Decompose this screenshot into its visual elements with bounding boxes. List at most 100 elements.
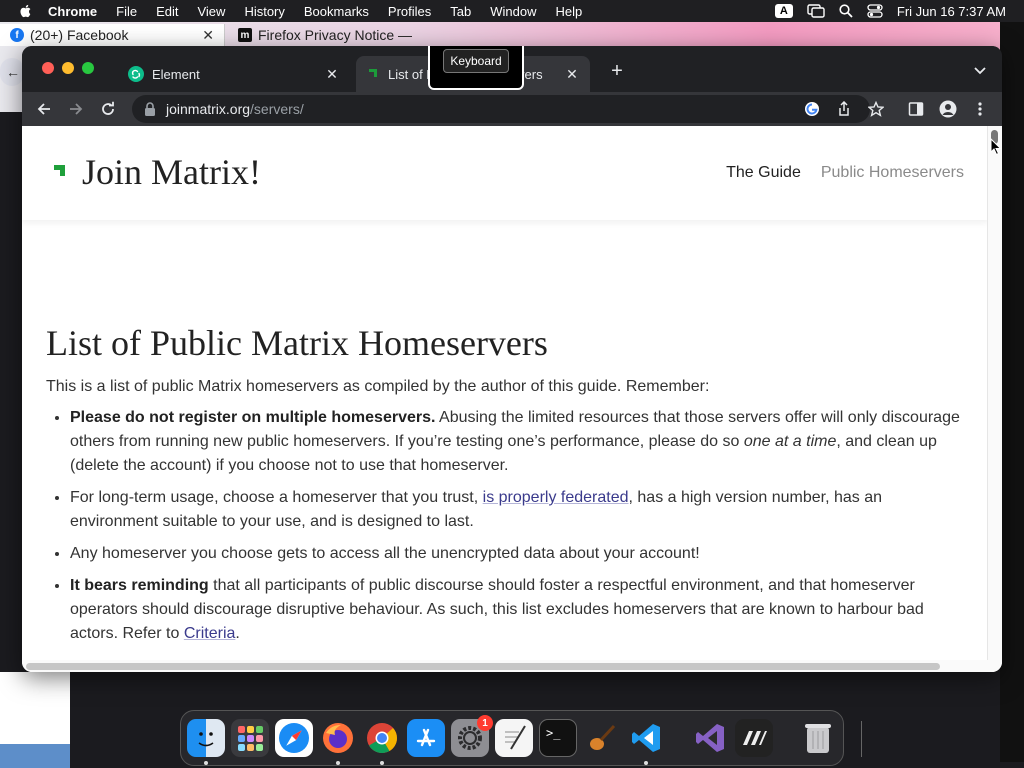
- keyboard-tooltip: Keyboard: [428, 46, 524, 90]
- menu-history[interactable]: History: [244, 4, 284, 19]
- google-icon: [805, 102, 819, 116]
- finder-face-icon: [198, 732, 214, 747]
- new-tab-button[interactable]: +: [606, 60, 628, 82]
- mosaic-app-icon[interactable]: [735, 719, 773, 757]
- list-item: It bears reminding that all participants…: [70, 574, 966, 646]
- rules-list: Please do not register on multiple homes…: [46, 406, 966, 646]
- input-source-indicator[interactable]: A: [774, 4, 793, 18]
- profile-button[interactable]: [938, 99, 958, 119]
- apple-icon[interactable]: [18, 3, 34, 19]
- link-properly-federated[interactable]: is properly federated: [483, 489, 629, 506]
- menu-tab[interactable]: Tab: [450, 4, 471, 19]
- site-title[interactable]: Join Matrix!: [82, 151, 261, 193]
- background-tab-facebook[interactable]: f (20+) Facebook ✕: [0, 24, 225, 46]
- share-button[interactable]: [834, 99, 854, 119]
- rule-bold: Please do not register on multiple homes…: [70, 409, 436, 426]
- list-item: For long-term usage, choose a homeserver…: [70, 486, 966, 534]
- close-icon[interactable]: ✕: [324, 66, 340, 83]
- horizontal-scrollbar[interactable]: [22, 660, 988, 672]
- app-store-a-icon: [416, 728, 436, 747]
- screen-mirroring-icon[interactable]: [807, 4, 825, 18]
- url-host: joinmatrix.org: [166, 101, 251, 117]
- window-zoom-button[interactable]: [82, 62, 94, 74]
- textedit-icon[interactable]: [495, 719, 533, 757]
- bookmark-star-button[interactable]: [866, 99, 886, 119]
- side-panel-icon: [908, 102, 924, 116]
- mozilla-icon: m: [238, 28, 252, 42]
- back-button[interactable]: [34, 99, 54, 119]
- chrome-icon[interactable]: [363, 719, 401, 757]
- window-close-button[interactable]: [42, 62, 54, 74]
- finder-icon[interactable]: [187, 719, 225, 757]
- element-icon: [128, 66, 144, 82]
- firefox-icon[interactable]: [319, 719, 357, 757]
- url-path: /servers/: [250, 101, 304, 117]
- menu-profiles[interactable]: Profiles: [388, 4, 431, 19]
- close-icon[interactable]: ✕: [202, 27, 214, 44]
- vscode-icon[interactable]: [627, 719, 665, 757]
- link-criteria[interactable]: Criteria: [184, 625, 236, 642]
- control-center-icon[interactable]: [867, 4, 883, 18]
- page-viewport: Join Matrix! The Guide Public Homeserver…: [22, 126, 1002, 672]
- background-browser-tabs: f (20+) Facebook ✕ m Firefox Privacy Not…: [0, 24, 1024, 46]
- menu-help[interactable]: Help: [556, 4, 583, 19]
- mouse-cursor-icon: [990, 138, 1002, 156]
- nav-public-homeservers[interactable]: Public Homeservers: [821, 164, 964, 182]
- notification-badge: 1: [477, 715, 493, 731]
- menubar-clock[interactable]: Fri Jun 16 7:37 AM: [897, 4, 1006, 19]
- menu-bookmarks[interactable]: Bookmarks: [304, 4, 369, 19]
- rule-text: For long-term usage, choose a homeserver…: [70, 489, 483, 506]
- running-indicator: [336, 761, 340, 765]
- window-minimize-button[interactable]: [62, 62, 74, 74]
- tab-element[interactable]: Element ✕: [120, 56, 350, 92]
- site-nav: The Guide Public Homeservers: [726, 164, 964, 182]
- menu-app-name[interactable]: Chrome: [48, 4, 97, 19]
- browser-toolbar: joinmatrix.org/servers/: [22, 92, 1002, 126]
- kebab-menu-icon: [978, 102, 982, 116]
- article: List of Public Matrix Homeservers This i…: [46, 322, 966, 654]
- menu-edit[interactable]: Edit: [156, 4, 178, 19]
- matrix-arrow-icon: [366, 69, 377, 80]
- list-item: Any homeserver you choose gets to access…: [70, 542, 966, 566]
- chevron-down-icon[interactable]: [972, 62, 988, 78]
- compass-icon: [279, 723, 309, 753]
- trash-icon[interactable]: [799, 719, 837, 757]
- lock-icon[interactable]: [144, 102, 156, 116]
- facebook-icon: f: [10, 28, 24, 42]
- menu-file[interactable]: File: [116, 4, 137, 19]
- join-matrix-logo-icon[interactable]: [46, 160, 72, 184]
- address-bar[interactable]: joinmatrix.org/servers/: [132, 95, 870, 123]
- garageband-icon[interactable]: [583, 719, 621, 757]
- vertical-scrollbar[interactable]: [987, 126, 1002, 672]
- forward-button[interactable]: [66, 99, 86, 119]
- side-panel-button[interactable]: [906, 99, 926, 119]
- visual-studio-logo-icon: [696, 724, 724, 752]
- mosaic-logo-icon: [743, 731, 767, 745]
- launchpad-icon[interactable]: [231, 719, 269, 757]
- terminal-icon[interactable]: >_: [539, 719, 577, 757]
- background-back-button[interactable]: ←: [0, 58, 24, 86]
- profile-avatar-icon: [939, 100, 957, 118]
- visual-studio-icon[interactable]: [691, 719, 729, 757]
- status-area: A Fri Jun 16 7:37 AM: [774, 0, 1006, 22]
- menu-view[interactable]: View: [197, 4, 225, 19]
- dock-separator: [861, 721, 862, 757]
- nav-the-guide[interactable]: The Guide: [726, 164, 801, 182]
- spotlight-search-icon[interactable]: [839, 4, 853, 18]
- safari-icon[interactable]: [275, 719, 313, 757]
- rule-bold: It bears reminding: [70, 577, 209, 594]
- scrollbar-thumb[interactable]: [26, 663, 940, 670]
- app-store-icon[interactable]: [407, 719, 445, 757]
- reload-button[interactable]: [98, 99, 118, 119]
- star-icon: [868, 101, 884, 117]
- chrome-menu-button[interactable]: [970, 99, 990, 119]
- close-icon[interactable]: ✕: [564, 66, 580, 83]
- google-lens-button[interactable]: [802, 99, 822, 119]
- background-tab-firefox-privacy[interactable]: m Firefox Privacy Notice —: [228, 24, 428, 46]
- system-settings-icon[interactable]: 1: [451, 715, 493, 757]
- rule-text: .: [235, 625, 240, 642]
- tooltip-text: Keyboard: [443, 49, 509, 73]
- vscode-logo-icon: [632, 724, 660, 752]
- site-header: Join Matrix! The Guide Public Homeserver…: [22, 126, 988, 220]
- menu-window[interactable]: Window: [490, 4, 536, 19]
